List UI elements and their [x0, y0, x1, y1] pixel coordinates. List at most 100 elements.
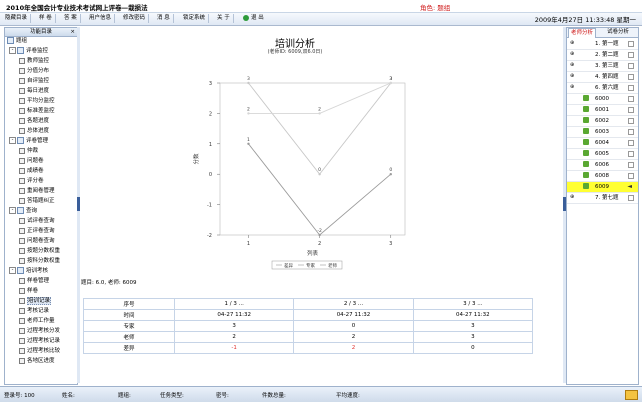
collapse-icon[interactable]: -	[9, 207, 16, 214]
tree-item[interactable]: 过程考核比较	[19, 347, 60, 356]
page-icon	[19, 307, 25, 314]
tree-item[interactable]: 成绩卷	[19, 167, 44, 176]
page-icon	[19, 237, 25, 244]
tree-item[interactable]: 各地区进度	[19, 357, 55, 366]
question-item[interactable]: ⊕ 1. 第一题	[567, 39, 638, 50]
user-info-button[interactable]: 用户信息	[86, 14, 116, 23]
teacher-item[interactable]: 6006	[567, 160, 638, 171]
tab-paper-analysis[interactable]: 试卷分析	[605, 28, 631, 37]
teacher-item[interactable]: 6000	[567, 94, 638, 105]
messages-button[interactable]: 消 息	[154, 14, 174, 23]
item-label: 6006	[595, 162, 609, 168]
teacher-item[interactable]: 6005	[567, 149, 638, 160]
teacher-item[interactable]: 6001	[567, 105, 638, 116]
tree-item[interactable]: 正评卷查询	[19, 227, 55, 236]
tab-teacher-analysis[interactable]: 老师分析	[568, 28, 597, 38]
item-checkbox[interactable]	[628, 74, 634, 80]
item-checkbox[interactable]	[628, 162, 634, 168]
tree-item[interactable]: 平均分监控	[19, 97, 55, 106]
answer-button[interactable]: 答 案	[61, 14, 81, 23]
tree-item[interactable]: 样卷管理	[19, 277, 49, 286]
item-checkbox[interactable]	[628, 107, 634, 113]
tree-item[interactable]: 样卷	[19, 287, 38, 296]
data-label: 2	[318, 106, 321, 112]
tree-item[interactable]: 培训记录	[19, 297, 52, 306]
title-bar: 2010年全国会计专业技术考试网上评卷—栽损法 角色: 题组	[0, 0, 642, 13]
tree-item[interactable]: 过程考核记录	[19, 337, 60, 346]
tree-item[interactable]: 仲裁	[19, 147, 38, 156]
tree-item[interactable]: - 评卷管理	[9, 137, 48, 146]
sample-button[interactable]: 样 卷	[36, 14, 56, 23]
tree-item[interactable]: 试评卷查询	[19, 217, 55, 226]
item-checkbox[interactable]	[628, 195, 634, 201]
collapse-icon[interactable]: -	[9, 47, 16, 54]
tree-item-label: 评卷管理	[26, 138, 49, 144]
tree-item[interactable]: 按题分数权重	[19, 247, 60, 256]
tree-item[interactable]: 按科分数权重	[19, 257, 60, 266]
change-password-button[interactable]: 修改密码	[120, 14, 150, 23]
tree-item[interactable]: 过程考核分发	[19, 327, 60, 336]
question-item[interactable]: ⊕ 7. 第七题	[567, 193, 638, 204]
tree-item[interactable]: 分值分布	[19, 67, 49, 76]
tree-item[interactable]: 总体进度	[19, 127, 49, 136]
table-cell: 2	[173, 331, 295, 343]
about-button[interactable]: 关 于	[214, 14, 234, 23]
question-item[interactable]: ⊕ 2. 第二题	[567, 50, 638, 61]
item-checkbox[interactable]	[628, 151, 634, 157]
tree-item[interactable]: 自评监控	[19, 77, 49, 86]
exit-button[interactable]: 退 出	[240, 14, 267, 23]
tree-item[interactable]: 题组	[7, 37, 27, 46]
item-checkbox[interactable]	[628, 140, 634, 146]
question-item[interactable]: ⊕ 3. 第三题	[567, 61, 638, 72]
question-item[interactable]: ⊕ 6. 第六题	[567, 83, 638, 94]
data-label: 1	[247, 137, 250, 143]
tree-item[interactable]: 考核记录	[19, 307, 49, 316]
tree-item-label: 答错题纠正	[27, 198, 55, 204]
teacher-item[interactable]: 6009 ◄	[567, 182, 638, 193]
item-checkbox[interactable]	[628, 63, 634, 69]
tree-item-label: 正评卷查询	[27, 228, 55, 234]
tree-item[interactable]: 问题卷	[19, 157, 44, 166]
toggle-directory-button[interactable]: 隐藏目录	[2, 14, 32, 23]
tree-item[interactable]: 问题卷查询	[19, 237, 55, 246]
avg-speed-field: 平均速度:	[336, 393, 360, 399]
tree-item[interactable]: - 评卷监控	[9, 47, 48, 56]
item-checkbox[interactable]	[628, 96, 634, 102]
tree-item[interactable]: 答错题纠正	[19, 197, 55, 206]
item-checkbox[interactable]	[628, 52, 634, 58]
tree-item[interactable]: 教师监控	[19, 57, 49, 66]
item-checkbox[interactable]	[628, 173, 634, 179]
item-checkbox[interactable]	[628, 85, 634, 91]
teacher-item[interactable]: 6004	[567, 138, 638, 149]
item-checkbox[interactable]	[628, 129, 634, 135]
tree-item[interactable]: - 培训考核	[9, 267, 48, 276]
table-cell: 3	[412, 331, 534, 343]
lock-system-button[interactable]: 锁定系统	[180, 14, 210, 23]
collapse-icon[interactable]: -	[9, 267, 16, 274]
main-content: 培训分析 (老师ID: 6009,双6.0日) -2 -1 0 1 2 3 1 2 3 列表 分数 3…	[80, 27, 563, 383]
item-checkbox[interactable]	[628, 41, 634, 47]
collapse-icon[interactable]: -	[9, 137, 16, 144]
teacher-item[interactable]: 6002	[567, 116, 638, 127]
tree-item[interactable]: 标准差监控	[19, 107, 55, 116]
question-teacher-caption: 题目: 6.0, 老师: 6009	[81, 280, 137, 286]
tree-item[interactable]: 评分卷	[19, 177, 44, 186]
tree-item[interactable]: - 查询	[9, 207, 37, 216]
tree-item[interactable]: 老师工作量	[19, 317, 55, 326]
table-cell: 2 / 3 ...	[293, 298, 414, 310]
data-label: 0	[389, 167, 392, 173]
tree-item[interactable]: 各题进度	[19, 117, 49, 126]
tree-item[interactable]: 每日进度	[19, 87, 49, 96]
table-cell: 3 / 3 ...	[412, 298, 534, 310]
y-tick-label: 0	[209, 172, 212, 178]
table-cell: 0	[412, 342, 534, 354]
teacher-item[interactable]: 6008	[567, 171, 638, 182]
tree-item[interactable]: 重阅卷管理	[19, 187, 55, 196]
mail-icon[interactable]	[625, 390, 638, 400]
teacher-item[interactable]: 6003	[567, 127, 638, 138]
item-checkbox[interactable]	[628, 118, 634, 124]
item-label: 1. 第一题	[595, 41, 619, 47]
item-label: 6005	[595, 151, 609, 157]
question-item[interactable]: ⊕ 4. 第四题	[567, 72, 638, 83]
close-icon[interactable]: ×	[70, 28, 75, 36]
